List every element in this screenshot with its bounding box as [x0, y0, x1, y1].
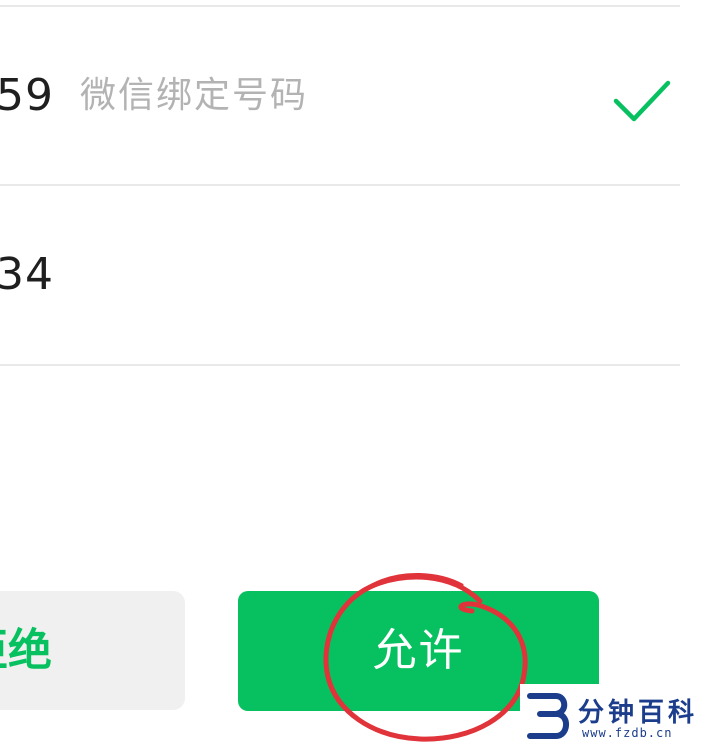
phone-number-suffix: 59: [0, 70, 54, 121]
phone-row-1[interactable]: 59 微信绑定号码: [0, 7, 680, 185]
phone-row-2[interactable]: 34: [0, 186, 680, 364]
watermark-url: www.fzdb.cn: [582, 726, 673, 740]
row-divider-2: [0, 364, 680, 366]
check-icon: [613, 80, 671, 122]
reject-button[interactable]: 拒绝: [0, 591, 185, 710]
reject-button-label: 拒绝: [0, 626, 52, 675]
watermark-logo-icon: [527, 693, 569, 739]
watermark-name: 分钟百科: [578, 698, 699, 728]
phone-note-label: 微信绑定号码: [80, 75, 309, 116]
watermark: 分钟百科 www.fzdb.cn: [520, 684, 707, 748]
phone-number-suffix: 34: [0, 249, 54, 300]
